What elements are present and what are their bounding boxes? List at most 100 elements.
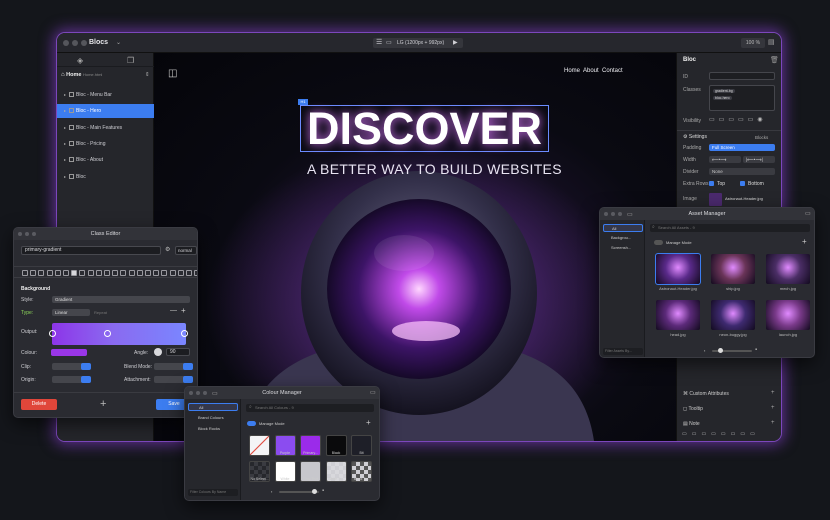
panel-sidebar-icon[interactable]: ▭ — [805, 210, 811, 217]
gradient-stop[interactable] — [181, 330, 188, 337]
hero-subheadline[interactable]: A BETTER WAY TO BUILD WEBSITES — [307, 161, 562, 177]
manage-mode-toggle[interactable] — [247, 421, 256, 426]
colour-folder-item[interactable]: All — [188, 403, 238, 411]
asset-thumbnail[interactable] — [766, 254, 810, 284]
asset-filter-input[interactable]: Filter Assets By... — [603, 348, 643, 355]
style-tool-icon[interactable] — [145, 270, 151, 276]
asset-thumbnail[interactable] — [711, 300, 755, 330]
extra-rows-bottom-checkbox[interactable] — [740, 181, 745, 186]
tree-item[interactable]: ▸ Bloc - Menu Bar — [57, 88, 154, 102]
minimize-panel-button[interactable] — [611, 212, 615, 216]
padding-select[interactable]: Full Screen — [709, 144, 775, 151]
close-panel-button[interactable] — [604, 212, 608, 216]
divider-select[interactable]: None — [709, 168, 775, 175]
colour-folder-item[interactable]: Brand Colours — [188, 414, 238, 422]
remove-stop-icon[interactable]: — — [170, 307, 177, 314]
tree-item[interactable]: ▸ Bloc - About — [57, 153, 154, 167]
asset-search-input[interactable]: Search All Assets - 9 — [650, 224, 810, 232]
style-tool-icon[interactable] — [38, 270, 45, 276]
image-thumbnail[interactable] — [709, 193, 722, 206]
zoom-window-button[interactable] — [81, 40, 87, 46]
extra-rows-top-checkbox[interactable] — [709, 181, 714, 186]
angle-dial[interactable] — [154, 348, 162, 356]
style-tool-icon[interactable] — [104, 270, 110, 276]
asset-thumbnail[interactable] — [655, 253, 701, 285]
blend-mode-stepper[interactable] — [183, 363, 193, 370]
gradient-preview[interactable] — [52, 323, 186, 345]
disclosure-icon[interactable]: ▸ — [64, 174, 66, 179]
disclosure-icon[interactable]: ▸ — [64, 92, 66, 97]
page-canvas[interactable]: ◫ Home About Contact H1 DISCOVER A BETTE… — [154, 53, 676, 441]
style-tool-icon[interactable] — [161, 270, 168, 276]
custom-attributes-row[interactable]: ⌘ Custom Attributes — [683, 391, 729, 397]
colour-swatch[interactable] — [51, 349, 87, 356]
style-tool-icon[interactable] — [169, 270, 176, 276]
nav-home[interactable]: Home — [564, 68, 580, 74]
sidebar-toggle-icon[interactable]: ▭ — [627, 211, 633, 218]
style-tool-icon[interactable] — [22, 270, 28, 276]
asset-folder-item[interactable]: Screensh... — [603, 244, 643, 252]
slider-handle[interactable] — [718, 348, 723, 353]
style-tool-icon[interactable] — [128, 270, 135, 276]
colour-filter-input[interactable]: Filter Colours By Name — [188, 489, 238, 496]
class-tag[interactable]: bloc-hero — [713, 96, 732, 100]
clip-stepper[interactable] — [81, 363, 91, 370]
close-window-button[interactable] — [63, 40, 69, 46]
tooltip-row[interactable]: ◻ Tooltip — [683, 406, 703, 412]
gradient-stop[interactable] — [49, 330, 56, 337]
add-colour-icon[interactable]: + — [366, 418, 371, 427]
disclosure-icon[interactable]: ▸ — [64, 108, 66, 113]
asset-folder-item[interactable]: Backgrou... — [603, 234, 643, 242]
angle-input[interactable]: 90 — [166, 348, 190, 356]
add-attribute-icon[interactable]: + — [771, 390, 775, 396]
layers-icon[interactable]: ◈ — [77, 56, 83, 65]
nav-contact[interactable]: Contact — [602, 68, 623, 74]
zoom-panel-button[interactable] — [618, 212, 622, 216]
minimize-panel-button[interactable] — [196, 391, 200, 395]
style-tool-icon[interactable] — [194, 270, 197, 276]
add-stop-icon[interactable]: + — [181, 306, 186, 315]
add-asset-icon[interactable]: + — [802, 237, 807, 246]
panel-sidebar-icon[interactable]: ▭ — [370, 389, 376, 396]
minimize-window-button[interactable] — [72, 40, 78, 46]
add-tooltip-icon[interactable]: + — [771, 405, 775, 411]
chevron-down-icon[interactable]: ⌄ — [116, 39, 121, 46]
pages-icon[interactable]: ❐ — [127, 56, 134, 65]
tree-item[interactable]: ▸ Bloc — [57, 170, 154, 184]
style-tool-icon[interactable] — [153, 270, 160, 276]
classes-field[interactable]: gradient-bg bloc-hero — [709, 85, 775, 111]
asset-folder-item[interactable]: All — [603, 224, 643, 232]
page-selector[interactable]: ⌂ Home Home.html ⇕ — [61, 72, 150, 81]
style-tool-icon[interactable] — [54, 270, 61, 276]
disclosure-icon[interactable]: ▸ — [64, 157, 66, 162]
hero-headline[interactable]: DISCOVER — [300, 105, 550, 152]
style-tool-icon[interactable] — [112, 270, 119, 276]
style-tool-icon[interactable] — [79, 270, 86, 276]
width-full-toggle[interactable]: |⟵•⟶| — [743, 156, 775, 163]
add-note-icon[interactable]: + — [771, 420, 775, 426]
style-tool-icon[interactable] — [87, 270, 94, 276]
manage-mode-toggle[interactable] — [654, 240, 663, 245]
tree-item[interactable]: ▸ Bloc - Hero — [57, 104, 154, 119]
origin-stepper[interactable] — [81, 376, 91, 383]
asset-thumbnail[interactable] — [711, 254, 755, 284]
colour-search-input[interactable]: Search All Colours - 9 — [246, 404, 374, 412]
type-select[interactable]: Linear — [52, 309, 90, 316]
class-tag[interactable]: gradient-bg — [713, 89, 735, 93]
style-select[interactable]: Gradient — [52, 296, 190, 303]
sidebar-toggle-icon[interactable]: ▤ — [768, 38, 775, 46]
nav-about[interactable]: About — [583, 68, 599, 74]
settings-icon[interactable]: ⚙ — [165, 246, 170, 253]
add-class-icon[interactable]: + — [100, 398, 106, 410]
style-tool-icon[interactable] — [30, 270, 37, 276]
tree-item[interactable]: ▸ Bloc - Main Features — [57, 121, 154, 135]
style-tool-icon[interactable] — [63, 270, 69, 276]
asset-thumbnail[interactable] — [656, 300, 700, 330]
id-input[interactable] — [709, 72, 775, 80]
width-contained-toggle[interactable]: ⟵•⟶ — [709, 156, 741, 163]
sidebar-toggle-icon[interactable]: ▭ — [212, 390, 218, 397]
style-tool-icon[interactable] — [95, 270, 102, 276]
device-selector[interactable]: ☰ ▭ LG (1200px + 992px) ▶ — [373, 38, 463, 48]
style-tool-icon[interactable] — [46, 270, 53, 276]
class-name-input[interactable]: primary-gradient — [21, 246, 161, 255]
